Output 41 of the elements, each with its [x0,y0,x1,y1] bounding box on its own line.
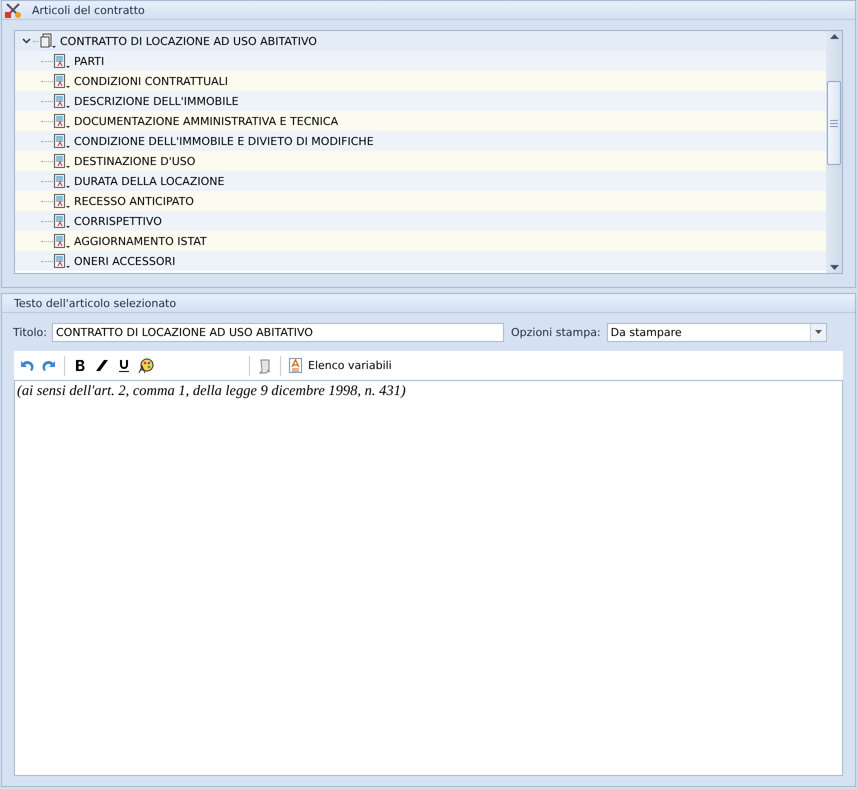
document-icon [53,53,70,69]
article-text[interactable]: (ai sensi dell'art. 2, comma 1, della legge 9 dicembre 1998, n. 431) [14,380,843,776]
scrollbar[interactable] [826,31,842,273]
color-palette-icon[interactable] [137,356,155,374]
tree-item[interactable]: CONDIZIONI CONTRATTUALI [15,71,826,91]
tree-item[interactable]: DESCRIZIONE DELL'IMMOBILE [15,91,826,111]
document-icon [53,153,70,169]
document-icon [53,113,70,129]
document-icon [53,133,70,149]
tree-item[interactable]: DESTINAZIONE D'USO [15,151,826,171]
document-icon [39,33,56,49]
tree-item[interactable]: DURATA DELLA LOCAZIONE [15,171,826,191]
document-icon [53,253,70,269]
tree-item[interactable]: CONDIZIONE DELL'IMMOBILE E DIVIETO DI MODIFICHE [15,131,826,151]
panel-title: Articoli del contratto [32,4,145,16]
tree-item[interactable]: AGGIORNAMENTO ISTAT [15,231,826,251]
tree-item[interactable]: CONTRATTO DI LOCAZIONE AD USO ABITATIVO [15,31,826,51]
document-icon [53,73,70,89]
tree-item[interactable]: ONERI ACCESSORI [15,251,826,271]
document-icon [53,213,70,229]
document-icon [53,233,70,249]
field-label: Opzioni stampa: [510,326,601,338]
panel-title: Testo dell'articolo selezionato [14,296,176,310]
dropdown-arrow-icon[interactable] [814,330,822,334]
variables-button[interactable]: Elenco variabili [287,358,394,373]
tree-item[interactable]: PARTI [15,51,826,71]
document-icon [53,193,70,209]
document-icon [289,358,302,373]
scroll-down-icon[interactable] [830,265,838,270]
title-field[interactable]: CONTRATTO DI LOCAZIONE AD USO ABITATIVO [52,322,504,342]
expander-icon[interactable] [22,38,30,44]
print-options-dropdown[interactable]: Da stampare [606,322,827,342]
scroll-thumb[interactable] [827,81,841,165]
tree-item[interactable]: RECESSO ANTICIPATO [15,191,826,211]
tools-icon [4,1,22,19]
document-icon [53,93,70,109]
document-icon [53,173,70,189]
scroll-up-icon[interactable] [830,34,838,39]
field-label: Titolo: [13,326,47,338]
tree-item[interactable]: CORRISPETTIVO [15,211,826,231]
tree-item[interactable]: DOCUMENTAZIONE AMMINISTRATIVA E TECNICA [15,111,826,131]
